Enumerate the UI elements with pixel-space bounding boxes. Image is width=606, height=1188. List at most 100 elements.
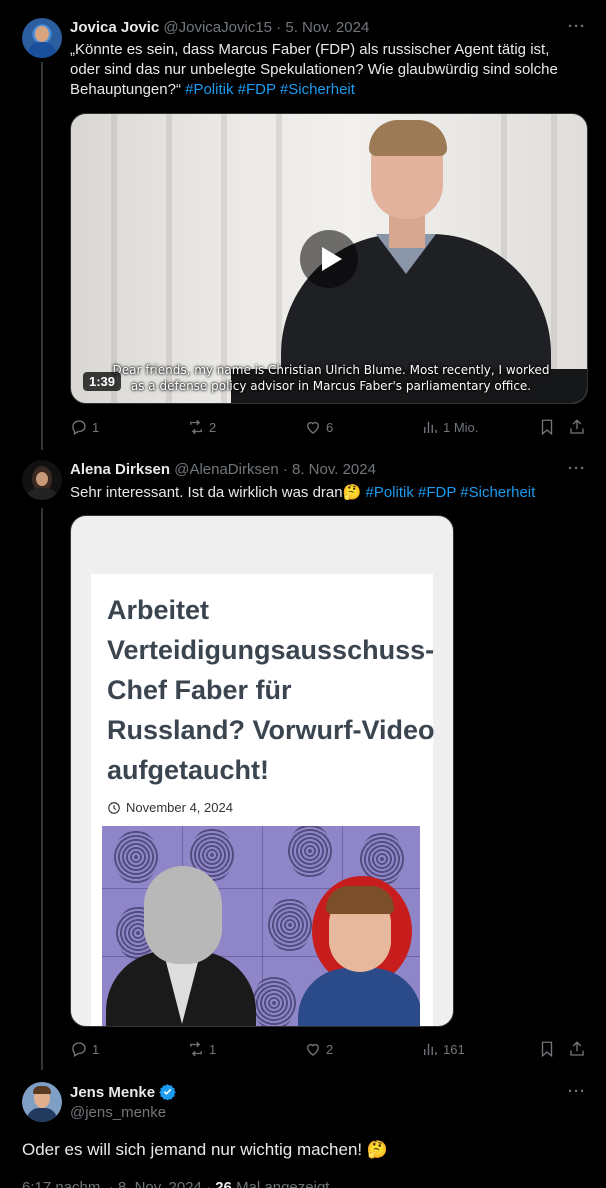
share-button[interactable]	[568, 418, 586, 436]
subtitle-line: as a defense policy advisor in Marcus Fa…	[130, 379, 532, 393]
view-count: 1 Mio.	[443, 419, 479, 435]
separator: ·	[108, 1179, 114, 1188]
tweet-text: Oder es will sich jemand nur wichtig mac…	[22, 1138, 582, 1162]
fingerprint	[114, 830, 158, 884]
separator: ·	[282, 461, 288, 478]
repost-icon	[190, 1041, 202, 1057]
reply-count: 1	[92, 1041, 100, 1057]
tweet-header: Jovica Jovic @JovicaJovic15 · 5. Nov. 20…	[70, 18, 369, 38]
curtain-fold	[551, 114, 557, 403]
bookmark-button[interactable]	[538, 418, 556, 436]
avatar[interactable]	[22, 1082, 62, 1122]
tweet-header: Alena Dirksen @AlenaDirksen · 8. Nov. 20…	[70, 460, 376, 480]
video-player[interactable]: Dear friends, my name is Christian Ulric…	[70, 113, 588, 404]
curtain-fold	[166, 114, 172, 403]
view-count: 26	[215, 1179, 232, 1188]
view-label: Mal angezeigt	[236, 1179, 330, 1188]
hashtag-sicherheit[interactable]: #Sicherheit	[460, 484, 535, 501]
reply-button[interactable]: 1	[70, 1040, 99, 1058]
avatar[interactable]	[22, 460, 62, 500]
analytics-icon	[424, 421, 437, 433]
share-icon	[570, 1041, 584, 1056]
reply-icon	[72, 420, 86, 435]
video-duration: 1:39	[83, 372, 122, 391]
hashtag-politik[interactable]: #Politik	[365, 484, 413, 501]
more-options-icon[interactable]: ···	[568, 18, 586, 35]
reply-button[interactable]: 1	[70, 418, 99, 436]
tweet-actions: 1 2 6 1 Mio.	[70, 418, 590, 438]
article-title: Arbeitet Verteidigungsausschuss-Chef Fab…	[107, 595, 435, 785]
tweet-footer: 6:17 nachm. · 8. Nov. 2024 · 26 Mal ange…	[22, 1178, 329, 1188]
author-handle[interactable]: @jens_menke	[70, 1104, 166, 1121]
article-date-text: November 4, 2024	[126, 800, 233, 815]
tweet-jovica[interactable]: Jovica Jovic @JovicaJovic15 · 5. Nov. 20…	[0, 0, 606, 450]
hashtag-politik[interactable]: #Politik	[185, 81, 233, 98]
views-button[interactable]: 1 Mio.	[421, 418, 478, 436]
heart-icon	[307, 421, 319, 434]
image-person-right	[298, 968, 420, 1026]
attached-image[interactable]: Arbeitet Verteidigungsausschuss-Chef Fab…	[70, 515, 454, 1027]
avatar[interactable]	[22, 18, 62, 58]
views-button[interactable]: 161	[421, 1040, 465, 1058]
fingerprint	[288, 826, 332, 878]
author-handle[interactable]: @AlenaDirksen	[174, 461, 278, 478]
thinking-emoji: 🤔	[366, 1140, 389, 1159]
reply-count: 1	[92, 419, 100, 435]
repost-button[interactable]: 2	[187, 418, 216, 436]
tweet-date[interactable]: 8. Nov. 2024	[292, 461, 376, 478]
tweet-text: „Könnte es sein, dass Marcus Faber (FDP)…	[70, 40, 580, 100]
fingerprint	[268, 898, 312, 952]
hashtag-sicherheit[interactable]: #Sicherheit	[280, 81, 355, 98]
hashtag-fdp[interactable]: #FDP	[238, 81, 276, 98]
tweet-body: Oder es will sich jemand nur wichtig mac…	[22, 1140, 363, 1159]
image-person-left-head	[144, 866, 222, 964]
tweet-date[interactable]: 8. Nov. 2024	[118, 1179, 202, 1188]
tweet-time[interactable]: 6:17 nachm.	[22, 1179, 105, 1188]
repost-count: 2	[209, 419, 217, 435]
author-name[interactable]: Jovica Jovic	[70, 19, 159, 36]
share-icon	[570, 419, 584, 434]
image-person-right-hair	[326, 886, 394, 914]
author-handle[interactable]: @JovicaJovic15	[163, 19, 272, 36]
tweet-header: Jens Menke	[70, 1083, 176, 1103]
subtitle-line: Dear friends, my name is Christian Ulric…	[112, 363, 550, 377]
share-button[interactable]	[568, 1040, 586, 1058]
separator: ·	[276, 19, 282, 36]
article-date: November 4, 2024	[107, 800, 233, 815]
more-options-icon[interactable]: ···	[568, 460, 586, 477]
more-options-icon[interactable]: ···	[568, 1083, 586, 1100]
article-screenshot: Arbeitet Verteidigungsausschuss-Chef Fab…	[91, 574, 435, 1026]
curtain-fold	[111, 114, 117, 403]
view-count: 161	[443, 1041, 465, 1057]
tweet-text: Sehr interessant. Ist da wirklich was dr…	[70, 483, 580, 503]
tweet-actions: 1 1 2 161	[70, 1040, 590, 1060]
tweet-jens[interactable]: Jens Menke @jens_menke ··· Oder es will …	[0, 1070, 606, 1188]
thinking-emoji: 🤔	[342, 484, 362, 501]
like-button[interactable]: 2	[304, 1040, 333, 1058]
bookmark-icon	[541, 1041, 553, 1058]
tweet-body: Sehr interessant. Ist da wirklich was dr…	[70, 484, 343, 501]
author-name[interactable]: Jens Menke	[70, 1084, 155, 1101]
verified-badge-icon[interactable]	[159, 1083, 176, 1100]
like-count: 6	[326, 419, 334, 435]
tweet-date[interactable]: 5. Nov. 2024	[285, 19, 369, 36]
reply-icon	[72, 1042, 86, 1057]
hashtag-fdp[interactable]: #FDP	[418, 484, 456, 501]
analytics-icon	[424, 1043, 437, 1055]
separator: ·	[206, 1179, 212, 1188]
author-name[interactable]: Alena Dirksen	[70, 461, 170, 478]
repost-button[interactable]: 1	[187, 1040, 216, 1058]
curtain-fold	[221, 114, 227, 403]
play-icon[interactable]	[300, 230, 358, 288]
author-handle-row: @jens_menke	[70, 1103, 166, 1123]
clock-icon	[108, 801, 120, 814]
video-subtitle: Dear friends, my name is Christian Ulric…	[111, 362, 551, 394]
like-button[interactable]: 6	[304, 418, 333, 436]
repost-count: 1	[209, 1041, 217, 1057]
video-person-hair	[369, 120, 447, 156]
article-image	[102, 826, 420, 1026]
heart-icon	[307, 1043, 319, 1056]
bookmark-button[interactable]	[538, 1040, 556, 1058]
fingerprint	[252, 976, 296, 1026]
repost-icon	[190, 419, 202, 435]
